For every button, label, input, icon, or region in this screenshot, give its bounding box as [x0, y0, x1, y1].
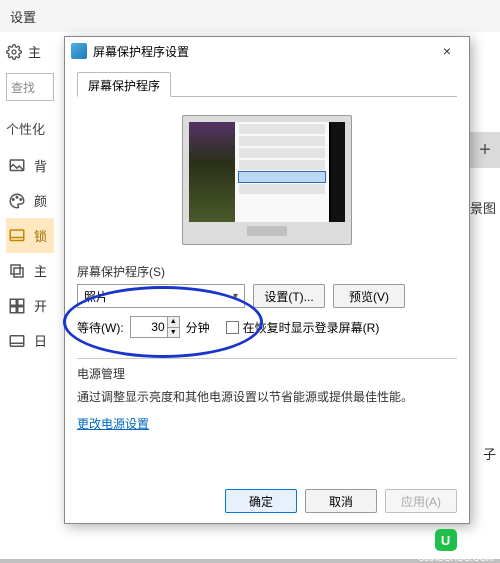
screensaver-icon [71, 43, 87, 59]
palette-icon [8, 192, 26, 210]
theme-icon [8, 262, 26, 280]
wait-label: 等待(W): [77, 319, 124, 336]
watermark-url: UJIAOSHOU.COM [418, 553, 494, 563]
chevron-down-icon: ▾ [233, 291, 238, 302]
monitor-screen [189, 122, 345, 222]
combo-value: 照片 [84, 288, 108, 305]
preview-button[interactable]: 预览(V) [333, 284, 405, 308]
settings-sidebar: 主 查找 个性化 背 颜 锁 主 [0, 32, 60, 559]
sidebar-item-label: 锁 [34, 226, 47, 245]
power-management-title: 电源管理 [77, 365, 457, 382]
settings-title: 设置 [10, 7, 36, 26]
add-button[interactable]: + [470, 132, 500, 168]
bg-right-label2: 子 [483, 444, 496, 463]
dialog-title: 屏幕保护程序设置 [93, 43, 189, 60]
monitor-preview [182, 115, 352, 245]
sidebar-item-background[interactable]: 背 [6, 148, 54, 183]
wait-input[interactable] [131, 317, 167, 337]
search-input[interactable]: 查找 [6, 73, 54, 101]
divider [77, 358, 457, 359]
screensaver-combo[interactable]: 照片 ▾ [77, 284, 245, 308]
screensaver-group-label: 屏幕保护程序(S) [77, 263, 457, 280]
resume-label: 在恢复时显示登录屏幕(R) [243, 319, 380, 336]
dialog-footer: 确定 取消 应用(A) [77, 479, 457, 513]
settings-titlebar: 设置 [0, 0, 500, 32]
wait-spinner[interactable]: ▲ ▼ [130, 316, 180, 338]
taskbar-icon [8, 332, 26, 350]
home-label: 主 [28, 42, 41, 61]
tab-screensaver[interactable]: 屏幕保护程序 [77, 72, 171, 97]
sidebar-item-taskbar[interactable]: 日 [6, 323, 54, 358]
sidebar-item-label: 背 [34, 156, 47, 175]
plus-icon: + [479, 139, 491, 162]
sidebar-item-label: 颜 [34, 191, 47, 210]
home-link[interactable]: 主 [6, 42, 54, 61]
tab-label: 屏幕保护程序 [88, 79, 160, 93]
screensaver-dialog: 屏幕保护程序设置 × 屏幕保护程序 屏幕保护程序(S) [64, 36, 470, 524]
watermark: U U教授 [435, 529, 496, 551]
sidebar-item-lockscreen[interactable]: 锁 [6, 218, 54, 253]
spin-up-button[interactable]: ▲ [167, 317, 179, 328]
watermark-badge: U [435, 529, 457, 551]
sidebar-item-label: 日 [34, 331, 47, 350]
sidebar-item-label: 主 [34, 261, 47, 280]
apply-button[interactable]: 应用(A) [385, 489, 457, 513]
dialog-titlebar[interactable]: 屏幕保护程序设置 × [65, 37, 469, 65]
wait-unit: 分钟 [186, 319, 210, 336]
sidebar-item-colors[interactable]: 颜 [6, 183, 54, 218]
start-icon [8, 297, 26, 315]
lockscreen-icon [8, 227, 26, 245]
close-button[interactable]: × [431, 43, 463, 59]
sidebar-item-start[interactable]: 开 [6, 288, 54, 323]
search-placeholder: 查找 [11, 79, 35, 96]
cancel-button[interactable]: 取消 [305, 489, 377, 513]
tab-strip: 屏幕保护程序 [77, 71, 457, 97]
power-management-desc: 通过调整显示亮度和其他电源设置以节省能源或提供最佳性能。 [77, 388, 457, 405]
sidebar-item-themes[interactable]: 主 [6, 253, 54, 288]
power-settings-link[interactable]: 更改电源设置 [77, 415, 457, 432]
spin-down-button[interactable]: ▼ [167, 328, 179, 338]
settings-button[interactable]: 设置(T)... [253, 284, 325, 308]
close-icon: × [443, 43, 451, 59]
watermark-text: U教授 [461, 531, 496, 550]
ok-button[interactable]: 确定 [225, 489, 297, 513]
sidebar-item-label: 开 [34, 296, 47, 315]
checkbox-icon [226, 321, 239, 334]
gear-icon [6, 44, 22, 60]
image-icon [8, 157, 26, 175]
sidebar-section-title: 个性化 [6, 119, 54, 138]
resume-checkbox[interactable]: 在恢复时显示登录屏幕(R) [226, 319, 380, 336]
preview-area [77, 115, 457, 245]
